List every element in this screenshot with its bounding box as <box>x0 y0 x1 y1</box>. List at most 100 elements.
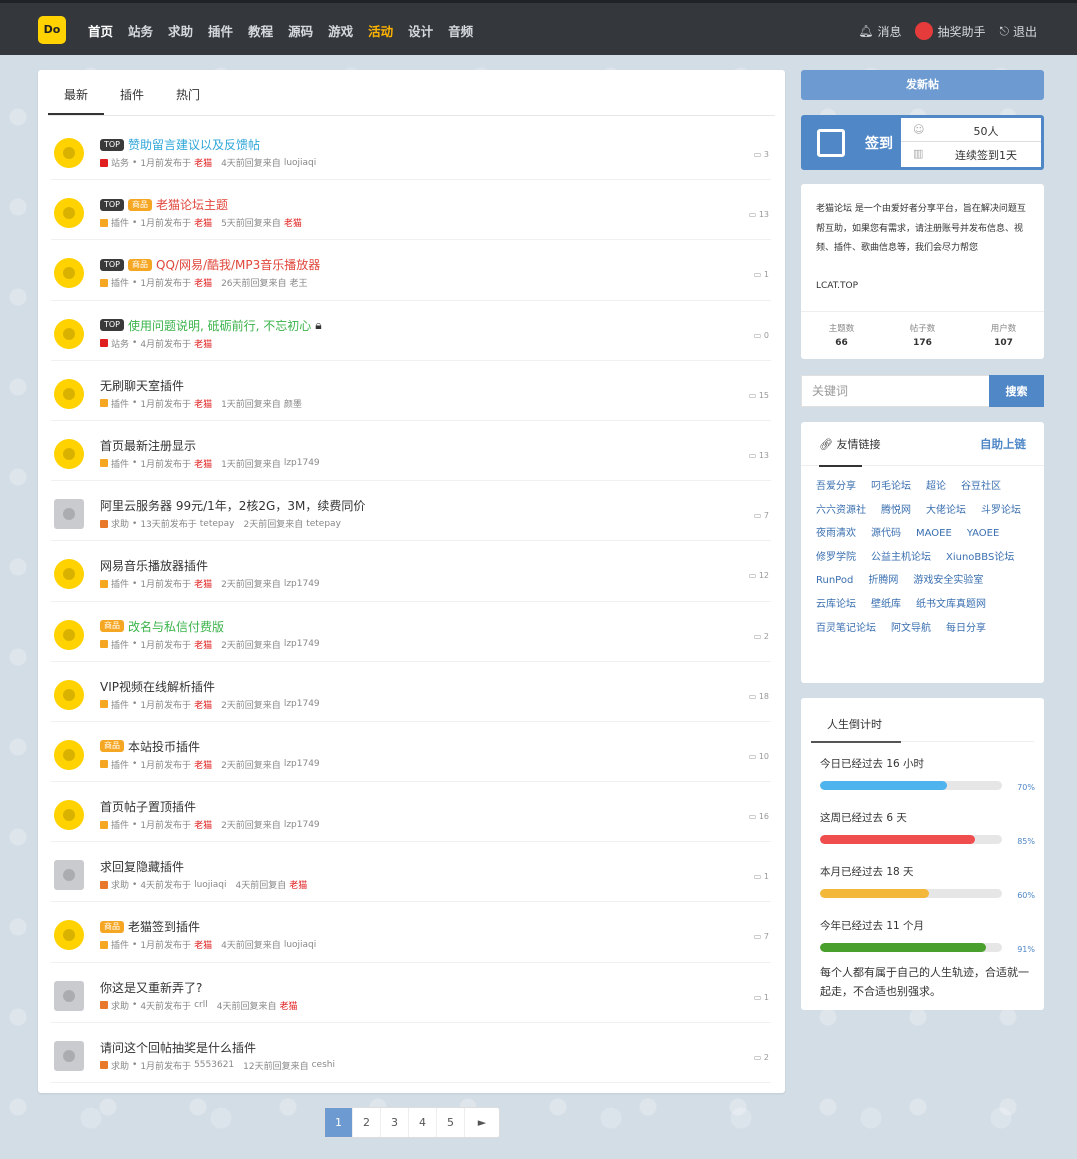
thread-title[interactable]: 老猫签到插件 <box>128 918 200 935</box>
last-replier[interactable]: luojiaqi <box>284 158 316 168</box>
friend-link[interactable]: 叼毛论坛 <box>871 479 911 503</box>
thread-title[interactable]: 请问这个回帖抽奖是什么插件 <box>100 1039 256 1056</box>
friend-link[interactable]: 每日分享 <box>946 621 986 645</box>
nav-item[interactable]: 插件 <box>208 21 233 40</box>
avatar[interactable] <box>54 258 84 289</box>
thread-category[interactable]: 插件 <box>111 698 129 711</box>
thread-row[interactable]: 阿里云服务器 99元/1年，2核2G，3M，续费同价 求助 • 13天前发布于 tete… <box>51 481 771 542</box>
thread-row[interactable]: VIP视频在线解析插件 插件 • 1月前发布于 老猫 2天前回复来自 lzp1749 ▭ 18 <box>51 662 771 722</box>
thread-row[interactable]: 首页最新注册显示 插件 • 1月前发布于 老猫 1天前回复来自 lzp1749 ▭ 13 <box>51 421 771 482</box>
tab-2[interactable]: 热门 <box>160 70 216 115</box>
logout-link[interactable]: ⎋ 退出 <box>999 23 1037 40</box>
last-replier[interactable]: 老王 <box>290 276 308 289</box>
friend-link[interactable]: 六六资源社 <box>816 503 866 527</box>
nav-item[interactable]: 站务 <box>128 21 153 40</box>
thread-title[interactable]: VIP视频在线解析插件 <box>100 678 215 695</box>
avatar[interactable] <box>54 318 84 349</box>
thread-row[interactable]: TOP 使用问题说明, 砥砺前行, 不忘初心 🔒︎ 站务 • 4月前发布于 老猫 ▭ 0 <box>51 301 771 361</box>
friend-link[interactable]: XiunoBBS论坛 <box>946 550 1014 574</box>
last-replier[interactable]: lzp1749 <box>284 579 320 589</box>
last-replier[interactable]: 老猫 <box>279 999 297 1012</box>
page-button[interactable]: 4 <box>409 1108 437 1137</box>
thread-category[interactable]: 求助 <box>111 999 129 1012</box>
thread-row[interactable]: 网易音乐播放器插件 插件 • 1月前发布于 老猫 2天前回复来自 lzp1749 ▭ 12 <box>51 541 771 602</box>
friend-link[interactable]: 修罗学院 <box>816 550 856 574</box>
thread-title[interactable]: 首页最新注册显示 <box>100 437 196 454</box>
avatar[interactable] <box>54 739 84 770</box>
page-button[interactable]: 2 <box>353 1108 381 1137</box>
friend-link[interactable]: 斗罗论坛 <box>981 503 1021 527</box>
last-replier[interactable]: 老猫 <box>289 878 307 891</box>
last-replier[interactable]: lzp1749 <box>284 639 320 649</box>
thread-author[interactable]: 老猫 <box>194 156 212 169</box>
thread-author[interactable]: 老猫 <box>194 758 212 771</box>
nav-item[interactable]: 求助 <box>168 21 193 40</box>
thread-author[interactable]: luojiaqi <box>194 880 226 890</box>
thread-author[interactable]: 老猫 <box>194 457 212 470</box>
last-replier[interactable]: 颜墨 <box>284 397 302 410</box>
thread-category[interactable]: 插件 <box>111 758 129 771</box>
thread-author[interactable]: 5553621 <box>194 1060 234 1070</box>
nav-item[interactable]: 游戏 <box>328 21 353 40</box>
thread-author[interactable]: 老猫 <box>194 938 212 951</box>
thread-title[interactable]: 改名与私信付费版 <box>128 618 224 635</box>
avatar[interactable] <box>54 438 84 469</box>
thread-author[interactable]: 老猫 <box>194 638 212 651</box>
thread-category[interactable]: 求助 <box>111 1059 129 1072</box>
self-add-link[interactable]: 自助上链 <box>980 436 1026 452</box>
nav-item[interactable]: 活动 <box>368 21 393 40</box>
last-replier[interactable]: ceshi <box>312 1060 335 1070</box>
avatar[interactable] <box>54 138 84 168</box>
thread-title[interactable]: 本站投币插件 <box>128 738 200 755</box>
thread-row[interactable]: 首页帖子置顶插件 插件 • 1月前发布于 老猫 2天前回复来自 lzp1749 ▭ 16 <box>51 782 771 843</box>
friend-link[interactable]: 吾爱分享 <box>816 479 856 503</box>
tab-0[interactable]: 最新 <box>48 70 104 115</box>
avatar[interactable] <box>54 559 84 590</box>
thread-category[interactable]: 插件 <box>111 938 129 951</box>
thread-row[interactable]: TOP 商品 QQ/网易/酷我/MP3音乐播放器 插件 • 1月前发布于 老猫 26天前回复来… <box>51 240 771 301</box>
site-logo[interactable]: Do <box>38 16 66 44</box>
thread-author[interactable]: 老猫 <box>194 698 212 711</box>
new-post-button[interactable]: 发新帖 <box>801 70 1044 100</box>
friend-link[interactable]: 夜雨清欢 <box>816 526 856 550</box>
last-replier[interactable]: 老猫 <box>284 216 302 229</box>
avatar[interactable] <box>54 860 84 891</box>
avatar[interactable] <box>54 679 84 710</box>
friend-link[interactable]: YAOEE <box>967 526 1000 550</box>
thread-category[interactable]: 插件 <box>111 818 129 831</box>
page-button[interactable]: 1 <box>325 1108 353 1137</box>
friend-link[interactable]: 游戏安全实验室 <box>913 573 983 597</box>
thread-category[interactable]: 站务 <box>111 337 129 350</box>
avatar[interactable] <box>54 1040 84 1071</box>
friend-link[interactable]: 腾悦网 <box>881 503 911 527</box>
thread-category[interactable]: 插件 <box>111 577 129 590</box>
last-replier[interactable]: lzp1749 <box>284 699 320 709</box>
last-replier[interactable]: lzp1749 <box>284 458 320 468</box>
thread-row[interactable]: 请问这个回帖抽奖是什么插件 求助 • 1月前发布于 5553621 12天前回复来自 ces… <box>51 1023 771 1083</box>
thread-category[interactable]: 插件 <box>111 216 129 229</box>
friend-link[interactable]: 超论 <box>926 479 946 503</box>
tab-1[interactable]: 插件 <box>104 70 160 115</box>
thread-row[interactable]: 求回复隐藏插件 求助 • 4天前发布于 luojiaqi 4天前回复自 老猫 ▭ 1 <box>51 842 771 903</box>
next-page-button[interactable]: ► <box>465 1108 499 1137</box>
thread-row[interactable]: TOP 赞助留言建议以及反馈帖 站务 • 1月前发布于 老猫 4天前回复来自 luojiaqi… <box>51 120 771 181</box>
friend-link[interactable]: 源代码 <box>871 526 901 550</box>
friend-link[interactable]: 阿文导航 <box>891 621 931 645</box>
avatar[interactable] <box>54 800 84 831</box>
thread-author[interactable]: 老猫 <box>194 577 212 590</box>
lottery-link[interactable]: 抽奖助手 <box>915 22 985 40</box>
friend-link[interactable]: 纸书文库真题网 <box>916 597 986 621</box>
thread-title[interactable]: 无刷聊天室插件 <box>100 377 184 394</box>
search-button[interactable]: 搜索 <box>989 375 1044 407</box>
thread-row[interactable]: 商品 改名与私信付费版 插件 • 1月前发布于 老猫 2天前回复来自 lzp1749 ▭ 2 <box>51 602 771 662</box>
avatar[interactable] <box>54 619 84 650</box>
thread-title[interactable]: 使用问题说明, 砥砺前行, 不忘初心 <box>128 317 311 334</box>
thread-title[interactable]: 首页帖子置顶插件 <box>100 798 196 815</box>
nav-item[interactable]: 首页 <box>88 21 113 40</box>
thread-category[interactable]: 插件 <box>111 638 129 651</box>
page-button[interactable]: 5 <box>437 1108 465 1137</box>
thread-author[interactable]: tetepay <box>200 519 235 529</box>
avatar[interactable] <box>54 920 84 951</box>
thread-category[interactable]: 插件 <box>111 457 129 470</box>
thread-author[interactable]: 老猫 <box>194 818 212 831</box>
